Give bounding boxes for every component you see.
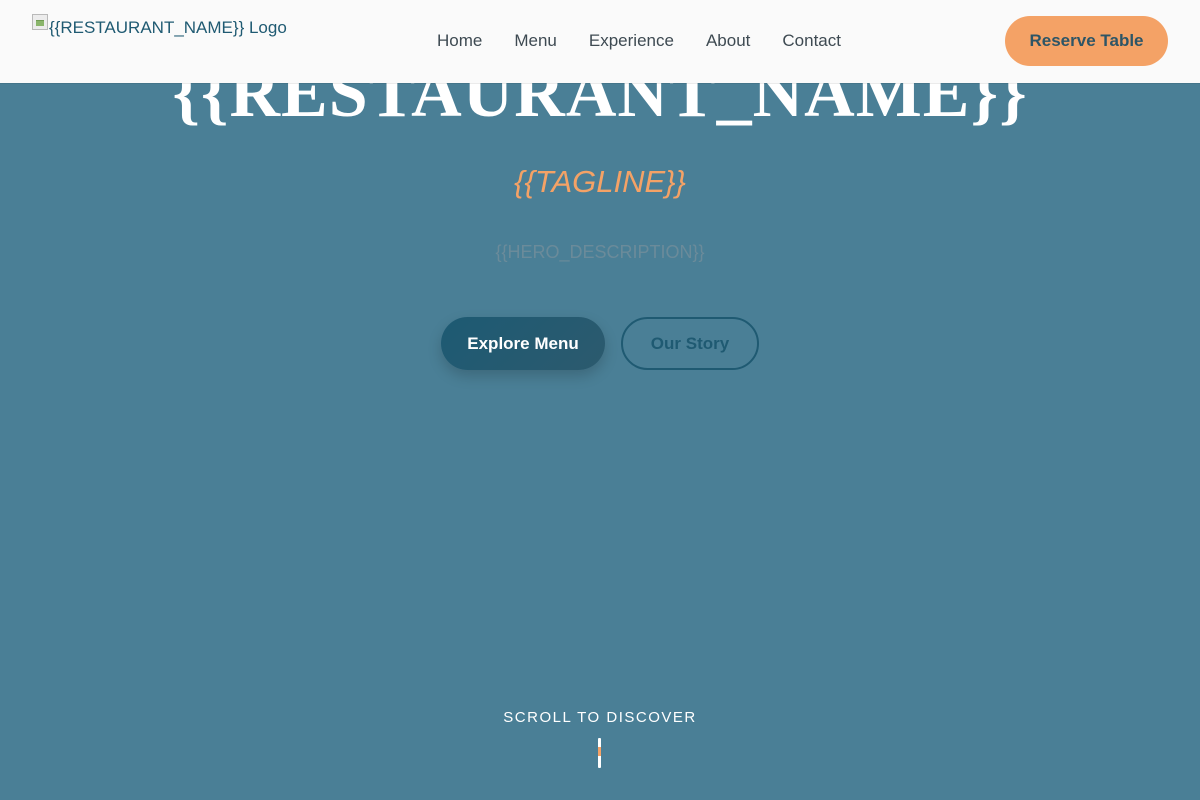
broken-image-icon [32,14,48,30]
our-story-button[interactable]: Our Story [621,317,759,370]
scroll-indicator-line [598,738,601,768]
hero-description: {{HERO_DESCRIPTION}} [495,242,705,262]
main-nav: Home Menu Experience About Contact [421,27,857,55]
site-header: {{RESTAURANT_NAME}} Logo Home Menu Exper… [0,0,1200,83]
reserve-table-button[interactable]: Reserve Table [1005,16,1168,66]
explore-menu-button[interactable]: Explore Menu [441,317,605,370]
nav-experience[interactable]: Experience [573,27,690,55]
logo-alt-text: {{RESTAURANT_NAME}} Logo [49,18,287,37]
nav-menu[interactable]: Menu [498,27,573,55]
nav-home[interactable]: Home [421,27,498,55]
nav-contact[interactable]: Contact [766,27,857,55]
logo[interactable]: {{RESTAURANT_NAME}} Logo [32,14,287,40]
scroll-indicator-label: SCROLL TO DISCOVER [503,709,697,726]
nav-about[interactable]: About [690,27,766,55]
hero-tagline: {{TAGLINE}} [514,164,686,199]
